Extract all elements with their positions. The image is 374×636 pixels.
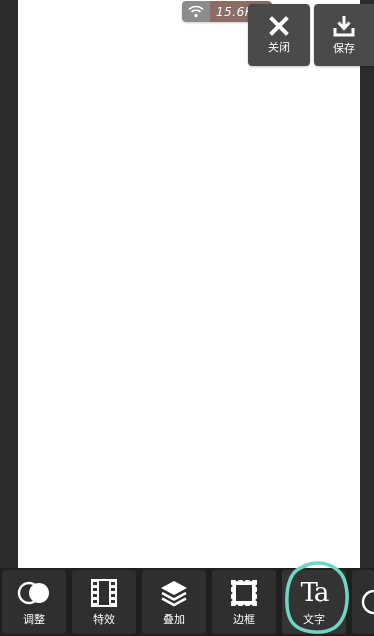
save-button[interactable]: 保存 (314, 4, 374, 66)
tool-adjust[interactable]: 调整 (2, 570, 66, 634)
tool-text-label: 文字 (303, 613, 325, 626)
tool-effects[interactable]: 特效 (72, 570, 136, 634)
text-icon-glyph: Ta (300, 578, 330, 608)
save-label: 保存 (333, 42, 355, 55)
tool-text[interactable]: Ta 文字 (282, 570, 346, 634)
tool-adjust-label: 调整 (23, 613, 45, 626)
close-icon (269, 16, 289, 36)
tool-overlay[interactable]: 叠加 (142, 570, 206, 634)
close-button[interactable]: 关闭 (248, 4, 310, 66)
download-icon (333, 15, 355, 37)
adjust-circles-icon (17, 578, 51, 608)
close-label: 关闭 (268, 41, 290, 54)
bottom-toolbar: 调整 特效 叠加 边框 Ta 文字 (0, 568, 374, 636)
frame-icon (230, 578, 258, 608)
text-icon: Ta (300, 578, 330, 608)
tool-overlay-label: 叠加 (163, 613, 185, 626)
partial-tool-icon (352, 587, 374, 617)
tool-frame[interactable]: 边框 (212, 570, 276, 634)
tool-frame-label: 边框 (233, 613, 255, 626)
wifi-icon (182, 1, 210, 22)
film-strip-icon (91, 578, 117, 608)
tool-partial[interactable] (352, 570, 374, 634)
image-canvas[interactable] (18, 0, 360, 570)
tool-effects-label: 特效 (93, 613, 115, 626)
layers-icon (159, 578, 189, 608)
